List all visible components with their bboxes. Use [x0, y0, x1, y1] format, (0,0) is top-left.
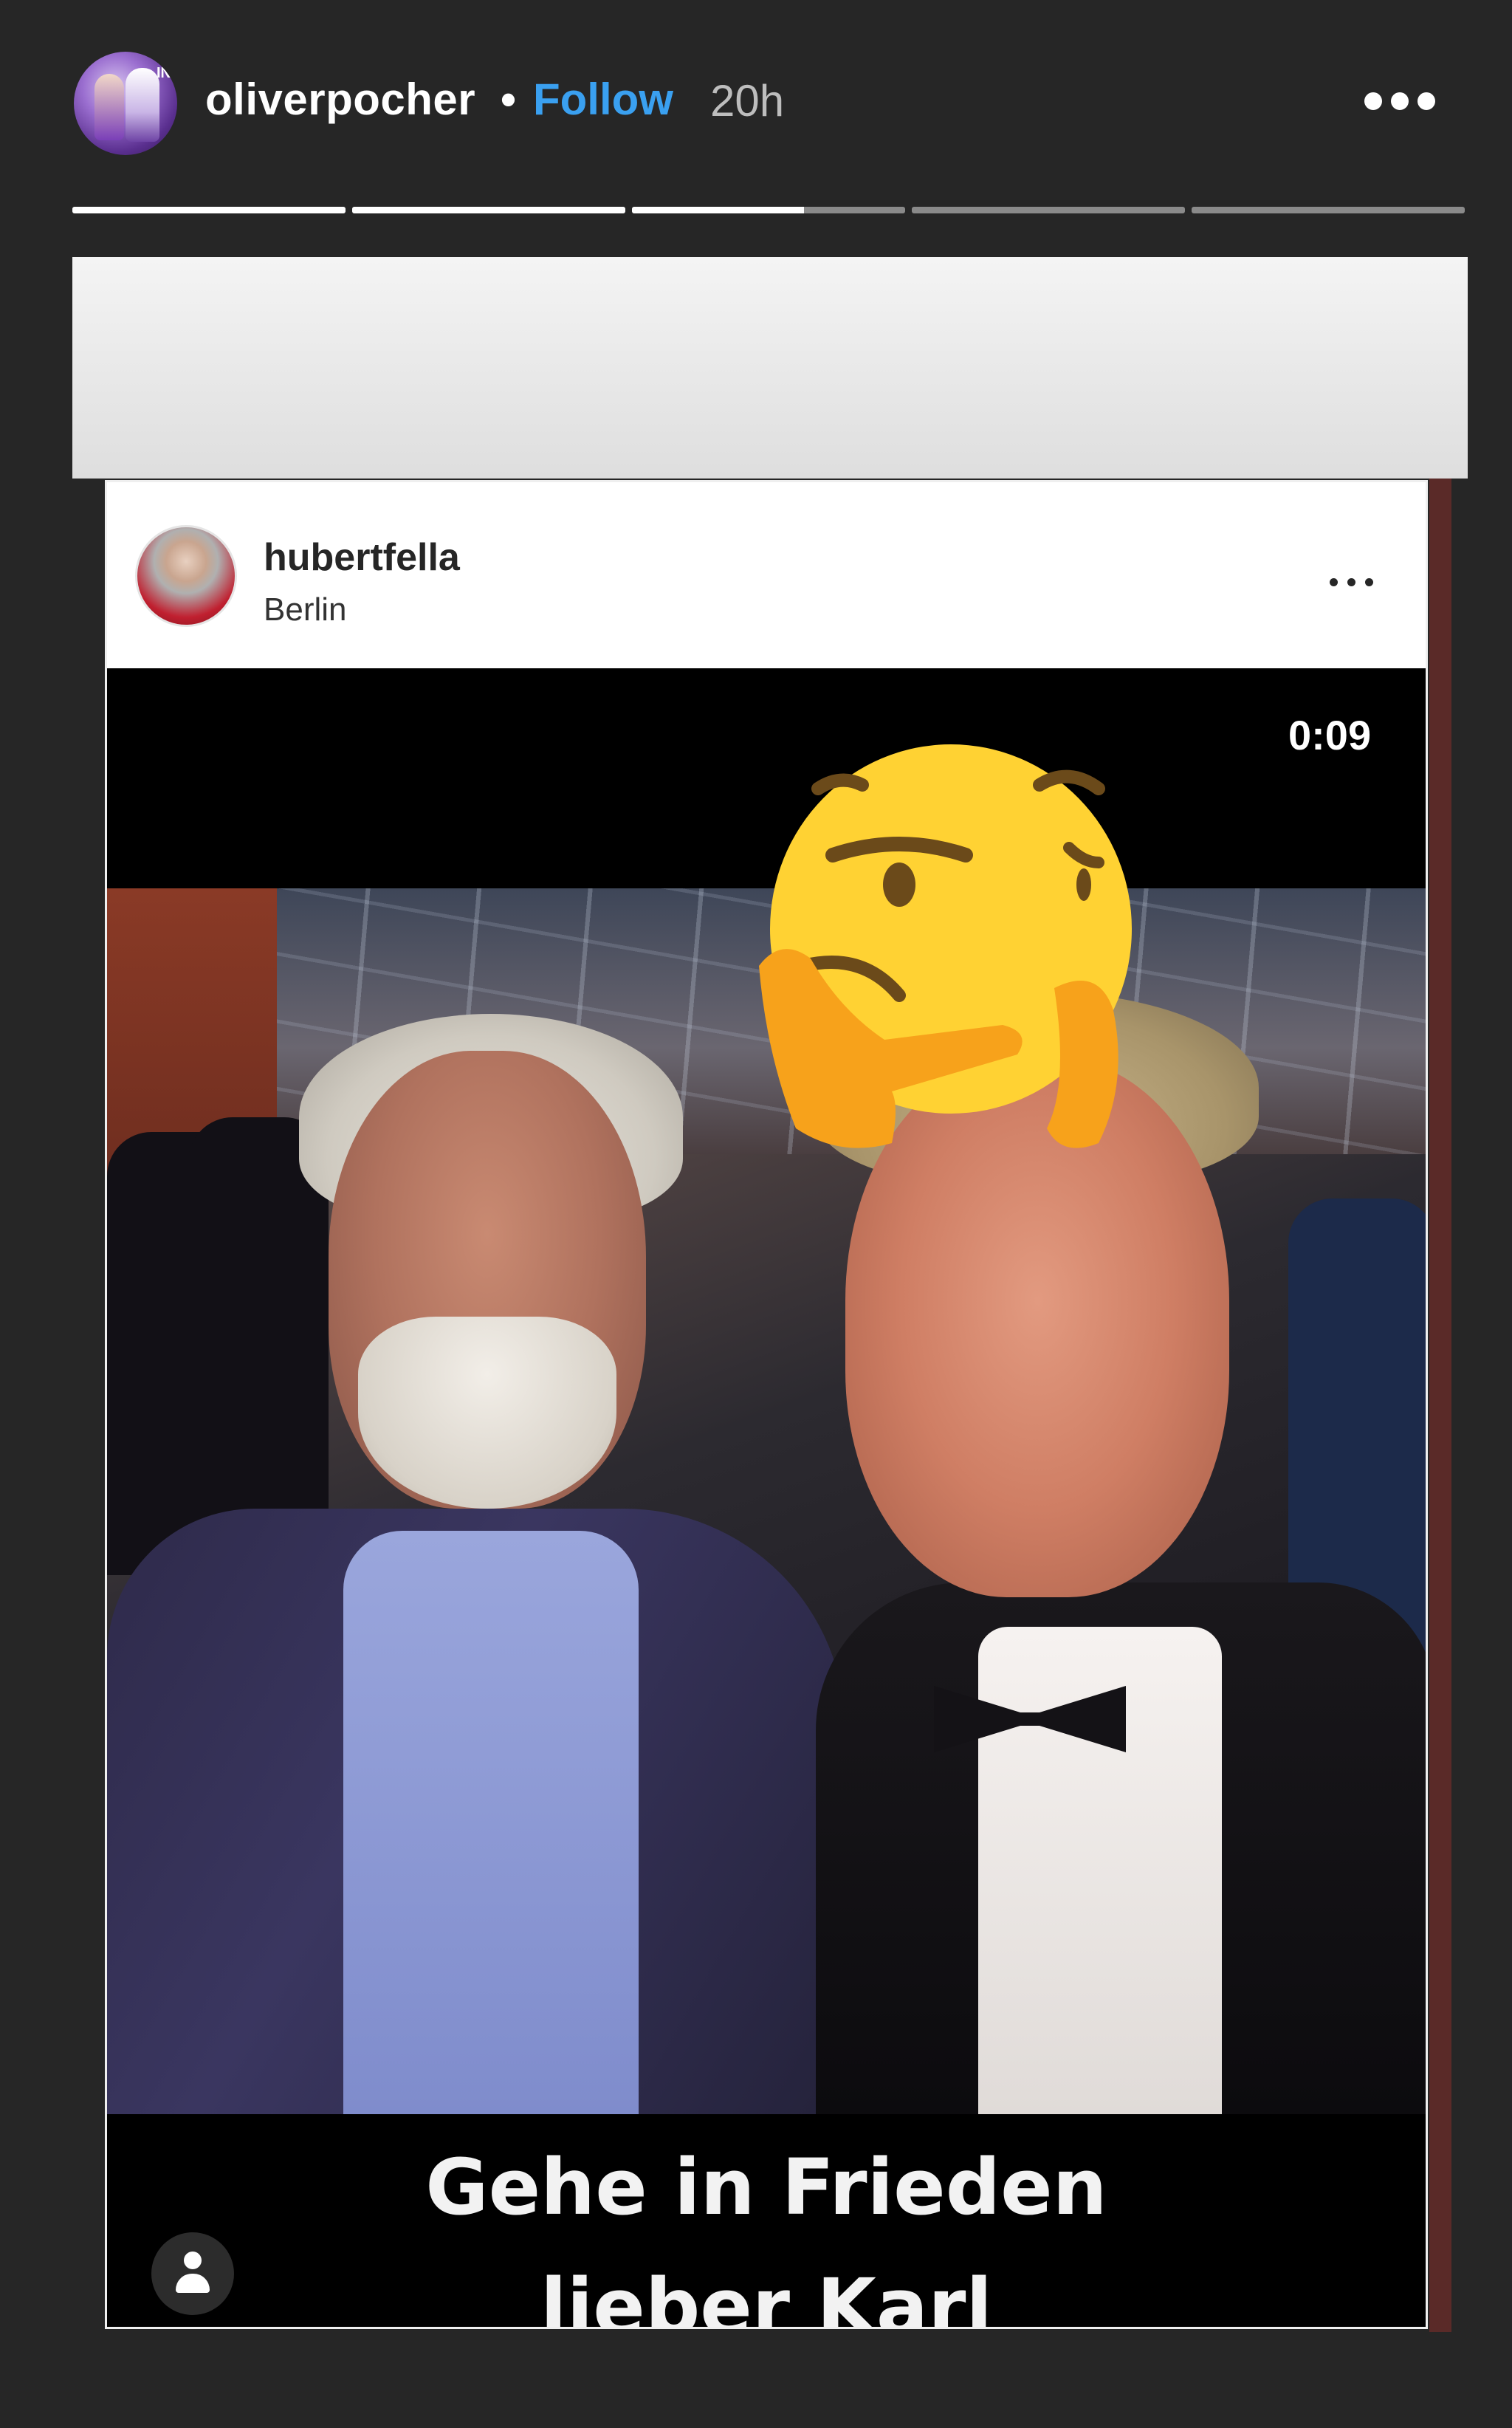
story-username[interactable]: oliverpocher — [205, 74, 475, 125]
progress-segment — [72, 207, 346, 213]
separator-dot: • — [501, 75, 517, 124]
follow-button[interactable]: Follow — [533, 74, 673, 125]
video-caption-line-2: lieber Karl — [540, 2262, 992, 2329]
post-header: hubertfella Berlin — [107, 482, 1426, 668]
post-avatar — [135, 525, 237, 627]
post-more-icon — [1330, 577, 1381, 589]
avatar-badge: IN — [157, 65, 171, 81]
person-left-beard — [358, 1317, 616, 1509]
progress-segment — [352, 207, 625, 213]
story-header: IN oliverpocher • Follow 20h — [0, 0, 1512, 192]
avatar-figure — [94, 74, 124, 140]
video-caption-line-1: Gehe in Frieden — [425, 2142, 1107, 2232]
more-horizontal-icon[interactable] — [1364, 90, 1435, 112]
story-content[interactable]: hubertfella Berlin 0:09 Gehe in Frieden … — [72, 257, 1468, 2428]
progress-segment — [632, 207, 905, 213]
post-username: hubertfella — [264, 536, 460, 579]
post-location: Berlin — [264, 591, 347, 628]
story-background-top — [72, 257, 1468, 479]
story-progress-bar — [72, 207, 1465, 214]
thinking-face-emoji[interactable] — [752, 744, 1135, 1158]
user-tag-icon[interactable] — [151, 2232, 234, 2315]
progress-segment — [912, 207, 1185, 213]
avatar-figure — [126, 68, 159, 142]
screenshot-edge — [1429, 479, 1451, 2332]
video-duration: 0:09 — [1288, 712, 1372, 758]
background-person — [188, 1117, 329, 1575]
progress-segment — [1192, 207, 1465, 213]
profile-avatar[interactable]: IN — [74, 52, 177, 155]
story-timestamp: 20h — [710, 76, 785, 126]
person-left-shirt — [343, 1531, 639, 2114]
story-viewer: IN oliverpocher • Follow 20h hubertfella… — [0, 0, 1512, 2428]
